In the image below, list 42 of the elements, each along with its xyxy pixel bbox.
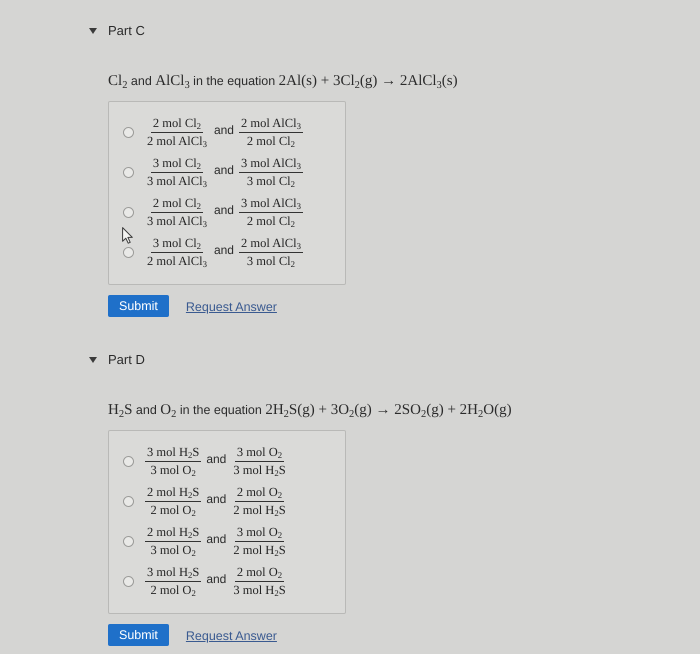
connector-text: and — [214, 242, 234, 259]
fraction: 2 mol H$_{2}$S 2 mol O$_{2}$ — [145, 484, 202, 518]
fraction: 3 mol H$_{2}$S 2 mol O$_{2}$ — [145, 564, 202, 598]
fraction: 2 mol H$_{2}$S 3 mol O$_{2}$ — [145, 524, 202, 558]
caret-icon[interactable] — [89, 357, 97, 363]
fraction: 2 mol AlCl$_{3}$ 2 mol Cl$_{2}$ — [238, 116, 303, 148]
fraction: 3 mol Cl$_{2}$ 3 mol AlCl$_{3}$ — [146, 156, 208, 188]
connector-text: and — [206, 531, 226, 548]
submit-button[interactable]: Submit — [108, 295, 169, 317]
request-answer-link[interactable]: Request Answer — [186, 626, 277, 646]
submit-button[interactable]: Submit — [108, 624, 169, 646]
connector-text: and — [206, 571, 226, 588]
radio-button[interactable] — [123, 456, 134, 466]
fraction: 3 mol Cl$_{2}$ 2 mol AlCl$_{3}$ — [146, 236, 208, 268]
fraction: 2 mol Cl$_{2}$ 2 mol AlCl$_{3}$ — [146, 116, 208, 148]
fraction: 3 mol O$_{2}$ 3 mol H$_{2}$S — [232, 444, 287, 478]
radio-button[interactable] — [123, 536, 134, 546]
caret-icon[interactable] — [89, 28, 97, 34]
fraction: 3 mol H$_{2}$S 3 mol O$_{2}$ — [145, 444, 202, 478]
fraction: 3 mol AlCl$_{3}$ 3 mol Cl$_{2}$ — [238, 156, 303, 188]
connector-text: and — [206, 491, 226, 508]
radio-button[interactable] — [123, 166, 134, 178]
connector-text: and — [214, 122, 234, 139]
question-text: Cl$_{2}$ and AlCl$_{3}$ in the equation 2Al(s) + 3Cl$_{2}$(g) → 2AlCl$_{3}$(s) — [108, 72, 458, 91]
fraction: 3 mol O$_{2}$ 2 mol H$_{2}$S — [232, 524, 287, 558]
radio-button[interactable] — [123, 246, 134, 258]
fraction: 3 mol AlCl$_{3}$ 2 mol Cl$_{2}$ — [238, 196, 303, 228]
connector-text: and — [214, 202, 234, 219]
request-answer-link[interactable]: Request Answer — [186, 298, 277, 316]
section-title: Part D — [108, 351, 145, 369]
radio-button[interactable] — [123, 496, 134, 506]
fraction: 2 mol AlCl$_{3}$ 3 mol Cl$_{2}$ — [238, 236, 303, 268]
question-text: H$_{2}$S and O$_{2}$ in the equation 2H$_{2}$S(g) + 3O$_{2}$(g) → 2SO$_{2}$(g) + 2H$_{2}$O(g) — [108, 401, 512, 420]
radio-button[interactable] — [123, 576, 134, 586]
radio-button[interactable] — [123, 206, 134, 218]
fraction: 2 mol O$_{2}$ 2 mol H$_{2}$S — [232, 484, 287, 518]
fraction: 2 mol O$_{2}$ 3 mol H$_{2}$S — [232, 564, 287, 598]
section-title: Part C — [108, 22, 145, 40]
radio-button[interactable] — [123, 126, 134, 138]
fraction: 2 mol Cl$_{2}$ 3 mol AlCl$_{3}$ — [146, 196, 208, 228]
connector-text: and — [214, 162, 234, 179]
connector-text: and — [206, 451, 226, 468]
